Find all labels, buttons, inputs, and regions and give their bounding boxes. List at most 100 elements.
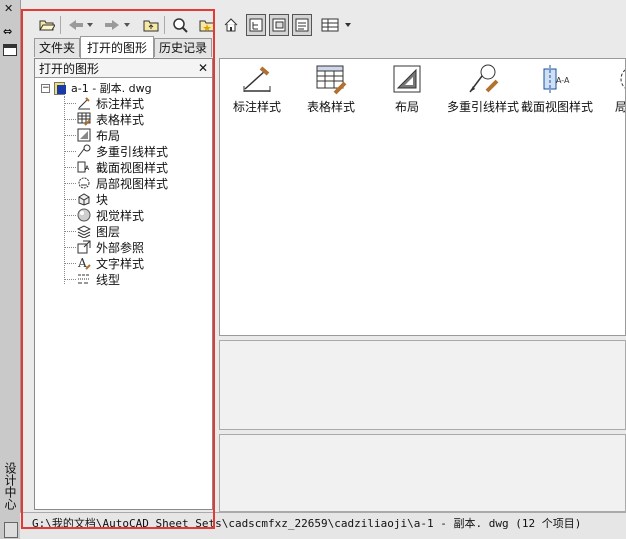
tree-item-label: 文字样式	[96, 256, 145, 271]
collapse-icon[interactable]: −	[41, 83, 50, 93]
tree-item-visualstyle[interactable]: 视觉样式	[76, 207, 144, 223]
tab-folders[interactable]: 文件夹	[34, 38, 80, 57]
tree-item-label: 多重引线样式	[96, 144, 169, 159]
palette-grip-icon[interactable]	[4, 522, 18, 538]
home-icon	[224, 18, 238, 32]
tree-item-detailviewstyle[interactable]: 局部视图样式	[76, 175, 168, 191]
description-toggle[interactable]	[292, 14, 312, 36]
detailviewstyle-icon	[76, 176, 92, 190]
arrow-right-icon	[105, 20, 130, 30]
auto-hide-icon[interactable]: ⇔	[3, 26, 12, 37]
home-button[interactable]	[222, 14, 240, 36]
block-icon	[76, 192, 92, 206]
tree-item-textstyle[interactable]: A 文字样式	[76, 255, 144, 271]
layer-icon	[76, 224, 92, 238]
tree-item-label: 布局	[96, 128, 121, 143]
tree-item-linetype[interactable]: 线型	[76, 271, 120, 287]
tree-item-mleaderstyle[interactable]: 多重引线样式	[76, 143, 168, 159]
panel-header: 打开的图形 ✕	[35, 59, 212, 78]
svg-text:A-A: A-A	[556, 76, 570, 85]
content-item-sectionviewstyle[interactable]: A-A 截面视图样式	[518, 63, 596, 114]
panel-title: 打开的图形	[39, 61, 100, 76]
preview-icon	[272, 18, 286, 32]
tablestyle-icon	[76, 112, 92, 126]
tree-item-label: 块	[96, 192, 109, 207]
palette-title: 设计中心	[3, 462, 17, 510]
svg-text:A: A	[77, 256, 87, 270]
tree-item-label: 标注样式	[96, 96, 145, 111]
status-bar: G:\我的文档\AutoCAD Sheet Sets\cadscmfxz_226…	[20, 512, 626, 539]
sectionviewstyle-icon: A-A	[541, 63, 573, 95]
tab-label: 打开的图形	[86, 41, 147, 55]
dimstyle-icon	[241, 63, 273, 95]
tree-item-label: 截面视图样式	[96, 160, 169, 175]
preview-toggle[interactable]	[269, 14, 289, 36]
svg-text:A: A	[85, 165, 90, 172]
textstyle-icon: A	[76, 256, 92, 270]
forward-button[interactable]	[102, 14, 132, 36]
layout-icon	[76, 128, 92, 142]
close-icon[interactable]: ✕	[198, 61, 208, 75]
detailviewstyle-icon: A	[617, 63, 625, 95]
content-item-label: 截面视图样式	[520, 100, 593, 114]
search-button[interactable]	[170, 14, 190, 36]
status-path: G:\我的文档\AutoCAD Sheet Sets\cadscmfxz_226…	[32, 517, 582, 530]
tree-item-tablestyle[interactable]: 表格样式	[76, 111, 144, 127]
up-button[interactable]	[142, 14, 160, 36]
content-item-layout[interactable]: 布局	[368, 63, 446, 114]
description-icon	[295, 18, 309, 32]
tree-view-toggle[interactable]	[246, 14, 266, 36]
views-button[interactable]	[320, 14, 354, 36]
content-item-tablestyle[interactable]: 表格样式	[292, 63, 370, 114]
tab-open-drawings[interactable]: 打开的图形	[80, 36, 154, 58]
dimstyle-icon	[76, 96, 92, 110]
views-icon	[321, 18, 351, 32]
tree-item-block[interactable]: 块	[76, 191, 108, 207]
tree-item-label: 外部参照	[96, 240, 145, 255]
content-item-label: 布局	[394, 100, 419, 114]
tree-item-label: 局部视图样式	[96, 176, 169, 191]
linetype-icon	[76, 272, 92, 286]
tree-item-layout[interactable]: 布局	[76, 127, 120, 143]
tree-item-layer[interactable]: 图层	[76, 223, 120, 239]
tree-item-dimstyle[interactable]: 标注样式	[76, 95, 144, 111]
content-item-dimstyle[interactable]: 标注样式	[220, 63, 296, 114]
xref-icon	[76, 240, 92, 254]
drawing-icon	[53, 81, 67, 95]
tree-icon	[249, 18, 263, 32]
folder-up-icon	[143, 20, 159, 32]
content-item-mleaderstyle[interactable]: 多重引线样式	[444, 63, 522, 114]
tree-item-xref[interactable]: 外部参照	[76, 239, 144, 255]
tablestyle-icon	[315, 63, 347, 95]
visualstyle-icon	[76, 208, 92, 222]
load-button[interactable]	[38, 14, 56, 36]
favorites-button[interactable]	[198, 14, 216, 36]
sectionviewstyle-icon: A	[76, 160, 92, 174]
content-item-label: 表格样式	[306, 100, 355, 114]
mleaderstyle-icon	[76, 144, 92, 158]
arrow-left-icon	[69, 20, 93, 30]
tree-item-label: 线型	[96, 272, 121, 287]
back-button[interactable]	[66, 14, 94, 36]
folder-open-icon	[39, 20, 55, 31]
content-area: 标注样式 表格样式 布局 多重引线样式 A-A 截面视图样式 A 局部视	[219, 58, 626, 336]
search-icon	[173, 18, 188, 33]
mleaderstyle-icon	[467, 63, 499, 95]
tab-label: 历史记录	[158, 41, 207, 55]
content-item-label: 多重引线样式	[446, 100, 519, 114]
favorites-icon	[199, 20, 215, 32]
layout-icon	[391, 63, 423, 95]
description-pane	[219, 434, 626, 512]
tree-item-label: 图层	[96, 224, 121, 239]
preview-pane	[219, 340, 626, 430]
content-item-detailviewstyle[interactable]: A 局部视	[594, 63, 626, 114]
close-icon[interactable]: ✕	[4, 3, 13, 14]
content-item-label: 局部视	[614, 100, 626, 114]
tab-label: 文件夹	[38, 41, 75, 55]
tree-item-sectionviewstyle[interactable]: A 截面视图样式	[76, 159, 168, 175]
palette-strip: ✕ ⇔ 设计中心	[0, 0, 21, 539]
tab-history[interactable]: 历史记录	[154, 38, 212, 57]
tree-view-panel: 打开的图形 ✕ − a-1 - 副本. dwg 标注样式 表格样式 布局 多重引…	[34, 58, 213, 510]
tree-item-label: 表格样式	[96, 112, 145, 127]
properties-icon[interactable]	[3, 44, 17, 56]
